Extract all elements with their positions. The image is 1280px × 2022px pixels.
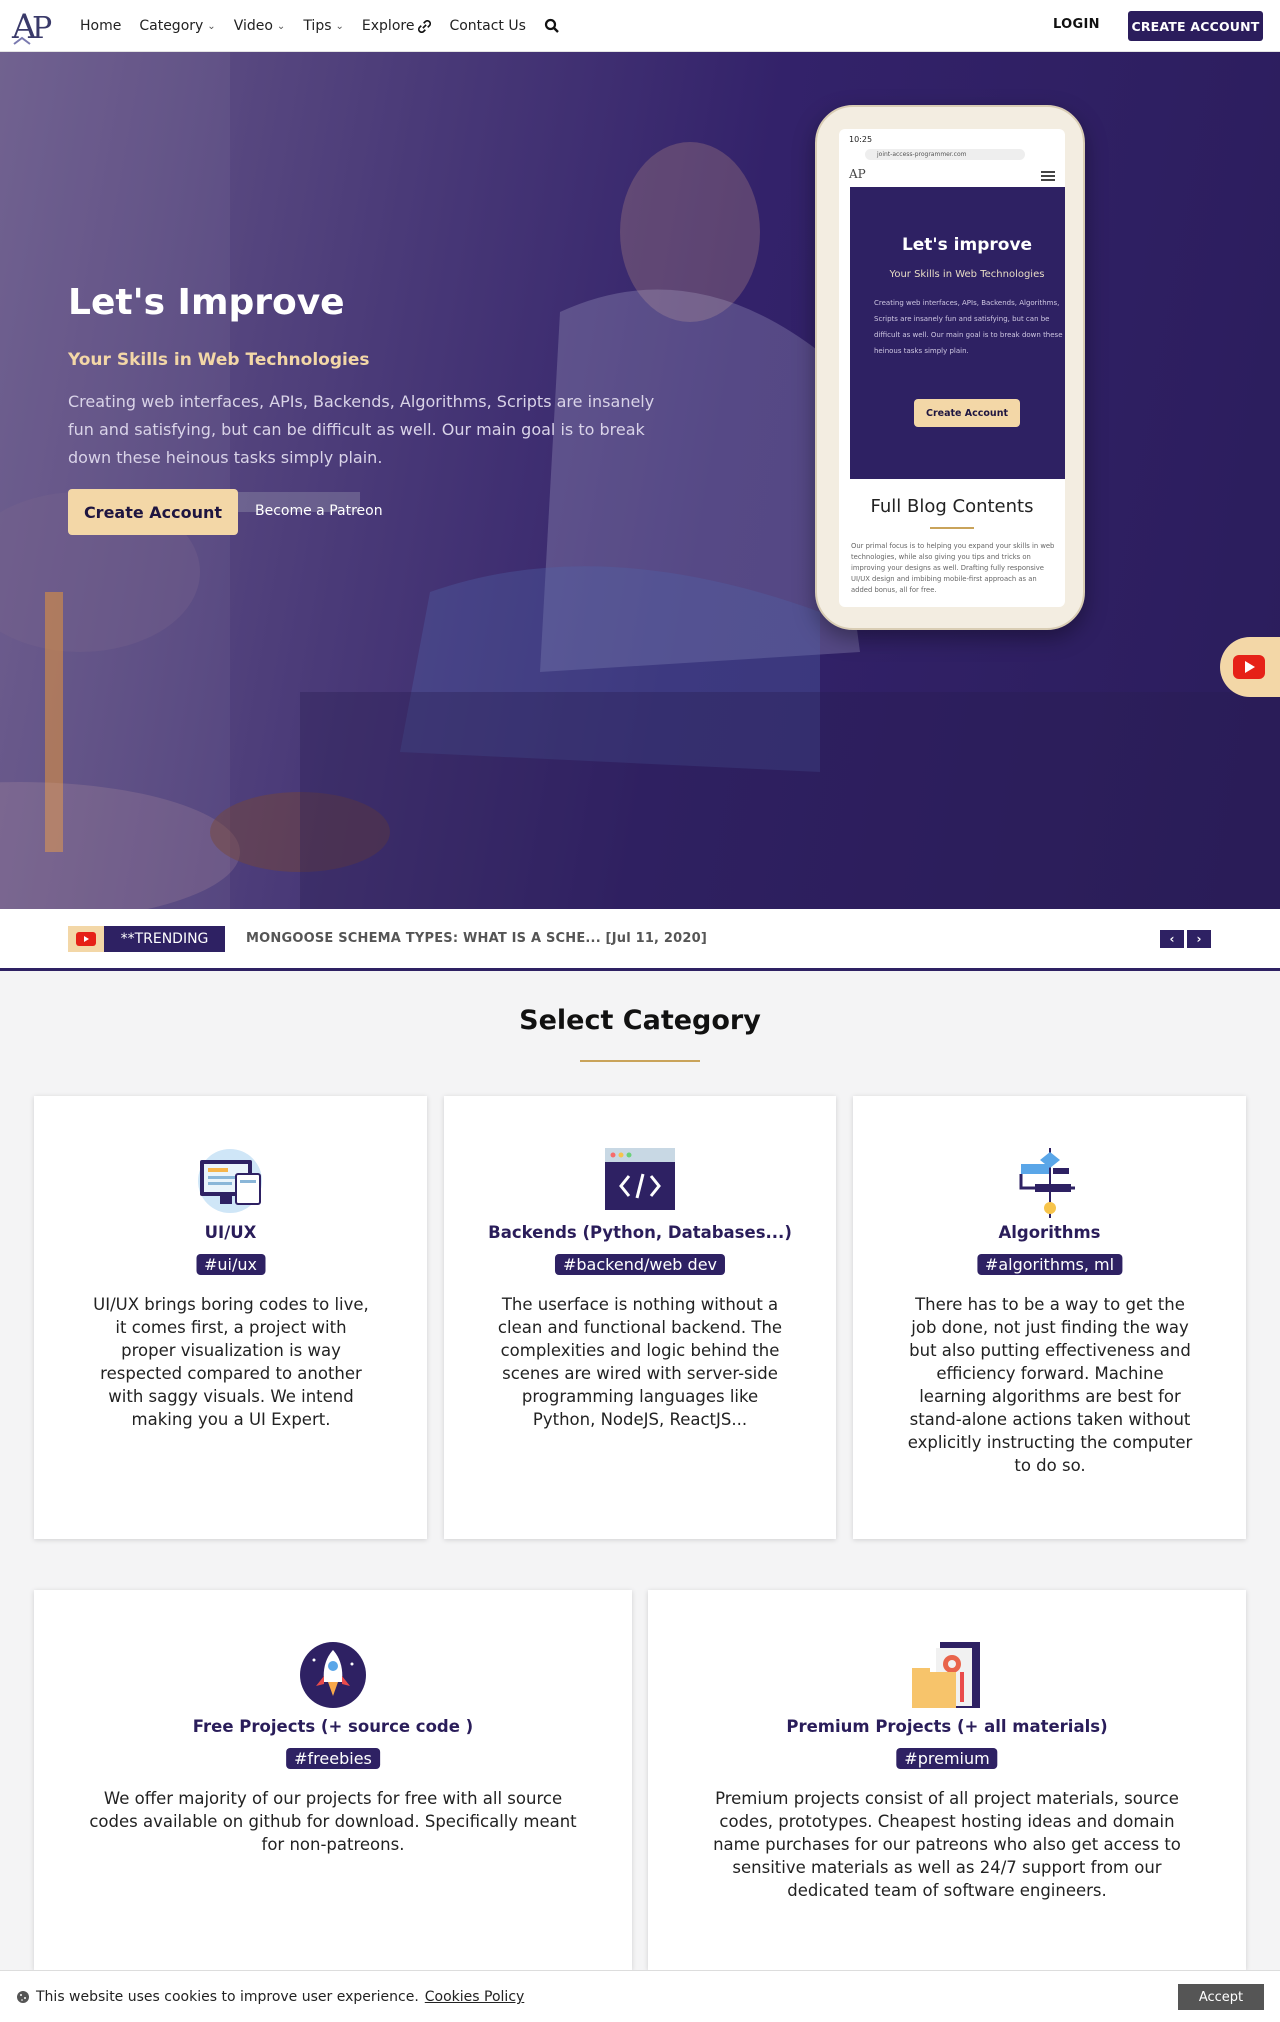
trending-label: **TRENDING <box>104 926 225 952</box>
category-card-premium-projects[interactable]: Premium Projects (+ all materials) #prem… <box>648 1590 1246 1970</box>
hero-description: Creating web interfaces, APIs, Backends,… <box>68 392 655 467</box>
nav-video-label: Video <box>233 18 273 34</box>
card-tag[interactable]: #backend/web dev <box>554 1254 726 1275</box>
card-title: Backends (Python, Databases...) <box>488 1223 792 1242</box>
phone-logo: AP <box>849 167 866 181</box>
phone-url-bar: joint-access-programmer.com <box>865 149 1025 160</box>
trending-bar: **TRENDING MONGOOSE SCHEMA TYPES: WHAT I… <box>0 909 1280 971</box>
chevron-down-icon: ⌄ <box>276 20 286 32</box>
card-tag[interactable]: #freebies <box>286 1748 380 1769</box>
create-account-button[interactable]: CREATE ACCOUNT <box>1128 11 1263 41</box>
phone-mockup: 10:25 joint-access-programmer.com AP Let… <box>815 105 1085 630</box>
code-window-icon <box>605 1148 675 1210</box>
nav-contact[interactable]: Contact Us <box>449 18 525 34</box>
monitor-icon <box>198 1149 262 1213</box>
flowchart-icon <box>1019 1148 1075 1218</box>
nav-category[interactable]: Category ⌄ <box>139 18 215 34</box>
nav-explore-label: Explore <box>361 18 415 34</box>
nav-home[interactable]: Home <box>80 18 121 34</box>
chevron-down-icon: ⌄ <box>207 20 216 32</box>
cookie-banner: This website uses cookies to improve use… <box>0 1970 1280 2022</box>
chevron-left-icon[interactable]: ‹ <box>1160 930 1184 948</box>
phone-hero-title: Let's improve <box>901 235 1033 255</box>
site-logo[interactable]: A P <box>10 4 58 48</box>
phone-divider <box>930 527 974 529</box>
phone-status-time: 10:25 <box>849 135 873 144</box>
youtube-icon <box>1233 655 1265 679</box>
category-card-free-projects[interactable]: Free Projects (+ source code ) #freebies… <box>34 1590 632 1970</box>
rocket-icon <box>300 1642 366 1708</box>
phone-create-account-button: Create Account <box>914 399 1020 427</box>
category-card-algorithms[interactable]: Algorithms #algorithms, ml There has to … <box>853 1096 1246 1539</box>
section-divider <box>580 1060 700 1062</box>
nav-home-label: Home <box>80 18 122 34</box>
hero-subtitle: Your Skills in Web Technologies <box>68 350 370 370</box>
youtube-icon <box>76 932 96 946</box>
nav-contact-label: Contact Us <box>449 18 526 34</box>
card-description: There has to be a way to get the job don… <box>907 1295 1193 1475</box>
top-navbar: A P Home Category ⌄ Video ⌄ Tips ⌄ Explore … <box>0 0 1280 52</box>
login-link[interactable]: LOGIN <box>1053 17 1100 32</box>
nav-explore[interactable]: Explore <box>362 18 432 34</box>
category-card-backends[interactable]: Backends (Python, Databases...) #backend… <box>444 1096 836 1539</box>
hero-background-image <box>0 52 1280 909</box>
hero-create-account-button[interactable]: Create Account <box>68 489 238 535</box>
hamburger-menu-icon <box>1041 171 1055 181</box>
card-description: We offer majority of our projects for fr… <box>89 1789 577 1854</box>
card-title: Premium Projects (+ all materials) <box>786 1717 1108 1736</box>
card-description: UI/UX brings boring codes to live, it co… <box>93 1295 369 1429</box>
cookie-text: This website uses cookies to improve use… <box>36 1989 419 2005</box>
card-description: Premium projects consist of all project … <box>713 1789 1181 1900</box>
card-tag[interactable]: #ui/ux <box>196 1254 265 1275</box>
nav-category-label: Category <box>139 18 204 34</box>
link-icon <box>418 19 432 33</box>
card-title: Algorithms <box>998 1223 1101 1242</box>
become-patreon-link[interactable]: Become a Patreon <box>255 503 383 519</box>
search-icon[interactable] <box>544 18 560 34</box>
card-tag[interactable]: #premium <box>896 1748 998 1769</box>
card-title: Free Projects (+ source code ) <box>192 1717 474 1736</box>
nav-tips[interactable]: Tips ⌄ <box>303 18 344 34</box>
cookie-icon <box>17 1991 29 2003</box>
hero-title: Let's Improve <box>68 282 345 323</box>
phone-hero: Let's improve Your Skills in Web Technol… <box>850 187 1065 479</box>
cookies-policy-link[interactable]: Cookies Policy <box>425 1989 525 2005</box>
card-tag[interactable]: #algorithms, ml <box>976 1254 1123 1275</box>
hero-section: Let's Improve Your Skills in Web Technol… <box>0 52 1280 909</box>
phone-screen: 10:25 joint-access-programmer.com AP Let… <box>839 129 1065 607</box>
nav-video[interactable]: Video ⌄ <box>234 18 286 34</box>
chevron-right-icon[interactable]: › <box>1187 930 1211 948</box>
folder-gear-icon <box>912 1642 980 1708</box>
card-title: UI/UX <box>204 1223 257 1242</box>
category-card-uiux[interactable]: UI/UX #ui/ux UI/UX brings boring codes t… <box>34 1096 427 1539</box>
trending-headline[interactable]: MONGOOSE SCHEMA TYPES: WHAT IS A SCHE...… <box>246 931 707 946</box>
nav-tips-label: Tips <box>303 18 332 34</box>
card-description: The userface is nothing without a clean … <box>497 1295 783 1429</box>
svg-text:P: P <box>32 11 52 46</box>
section-title: Select Category <box>519 1005 761 1036</box>
phone-hero-subtitle: Your Skills in Web Technologies <box>889 269 1045 280</box>
accept-cookies-button[interactable]: Accept <box>1178 1984 1264 2010</box>
youtube-floating-button[interactable] <box>1220 637 1280 697</box>
trending-youtube-badge <box>68 926 104 952</box>
phone-blog-title: Full Blog Contents <box>870 496 1034 517</box>
phone-blog-description: Our primal focus is to helping you expan… <box>851 542 1055 594</box>
chevron-down-icon: ⌄ <box>335 20 344 32</box>
phone-hero-description: Creating web interfaces, APIs, Backends,… <box>874 299 1063 355</box>
